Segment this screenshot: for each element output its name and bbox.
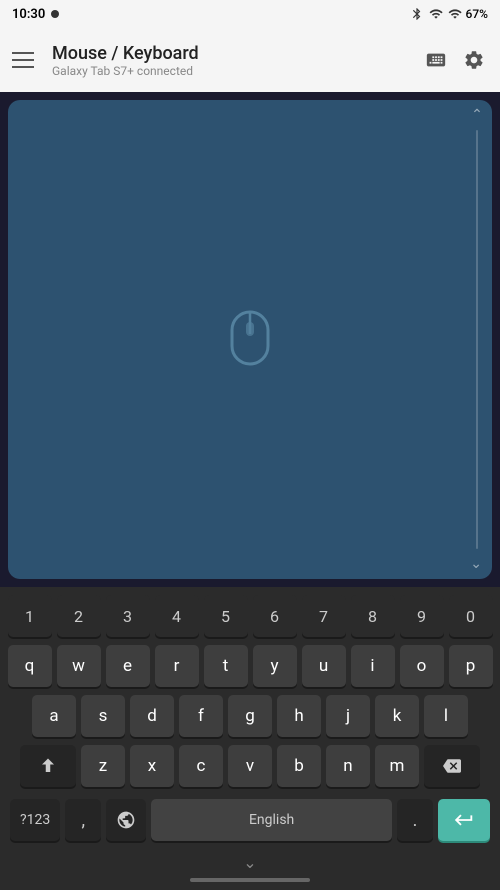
key-6[interactable]: 6: [253, 595, 297, 637]
key-u[interactable]: u: [302, 645, 346, 687]
key-9[interactable]: 9: [400, 595, 444, 637]
key-j[interactable]: j: [326, 695, 370, 737]
key-w[interactable]: w: [57, 645, 101, 687]
dot-icon: [51, 10, 59, 18]
key-4[interactable]: 4: [155, 595, 199, 637]
backspace-key[interactable]: [424, 745, 480, 787]
scroll-up-arrow: ⌃: [471, 108, 483, 122]
app-bar-actions: [422, 46, 488, 74]
key-t[interactable]: t: [204, 645, 248, 687]
comma-key[interactable]: ,: [65, 799, 101, 841]
shift-key[interactable]: [20, 745, 76, 787]
bluetooth-icon: [410, 7, 424, 21]
mouse-icon: [226, 308, 274, 372]
key-q[interactable]: q: [8, 645, 52, 687]
key-p[interactable]: p: [449, 645, 493, 687]
battery-text: 67%: [466, 7, 488, 21]
key-k[interactable]: k: [375, 695, 419, 737]
key-y[interactable]: y: [253, 645, 297, 687]
trackpad-area[interactable]: ⌃ ⌄: [8, 100, 492, 579]
key-l[interactable]: l: [424, 695, 468, 737]
enter-key[interactable]: [438, 799, 490, 841]
key-c[interactable]: c: [179, 745, 223, 787]
status-icons: 67%: [410, 7, 488, 21]
scroll-bar-container: ⌃ ⌄: [462, 100, 492, 579]
key-f[interactable]: f: [179, 695, 223, 737]
keyboard-footer: ⌄: [4, 849, 496, 878]
key-m[interactable]: m: [375, 745, 419, 787]
signal-icon: [448, 7, 462, 21]
key-2[interactable]: 2: [57, 595, 101, 637]
key-h[interactable]: h: [277, 695, 321, 737]
number-row: 1 2 3 4 5 6 7 8 9 0: [4, 595, 496, 637]
key-0[interactable]: 0: [449, 595, 493, 637]
space-key[interactable]: English: [151, 799, 392, 841]
key-e[interactable]: e: [106, 645, 150, 687]
key-i[interactable]: i: [351, 645, 395, 687]
globe-key[interactable]: [106, 799, 146, 841]
app-bar: Mouse / Keyboard Galaxy Tab S7+ connecte…: [0, 28, 500, 92]
key-b[interactable]: b: [277, 745, 321, 787]
page-subtitle: Galaxy Tab S7+ connected: [52, 64, 410, 78]
key-n[interactable]: n: [326, 745, 370, 787]
key-o[interactable]: o: [400, 645, 444, 687]
period-key[interactable]: .: [397, 799, 433, 841]
status-left: 10:30: [12, 7, 59, 22]
status-bar: 10:30 67%: [0, 0, 500, 28]
scroll-line: [476, 130, 478, 549]
zxcv-row: z x c v b n m: [4, 745, 496, 787]
sym-key[interactable]: ?123: [10, 799, 60, 841]
key-g[interactable]: g: [228, 695, 272, 737]
key-8[interactable]: 8: [351, 595, 395, 637]
key-a[interactable]: a: [32, 695, 76, 737]
key-s[interactable]: s: [81, 695, 125, 737]
scroll-down-arrow: ⌄: [470, 557, 482, 571]
key-1[interactable]: 1: [8, 595, 52, 637]
page-title: Mouse / Keyboard: [52, 43, 410, 64]
asdf-row: a s d f g h j k l: [4, 695, 496, 737]
key-r[interactable]: r: [155, 645, 199, 687]
menu-button[interactable]: [12, 46, 40, 74]
hide-keyboard-button[interactable]: ⌄: [243, 853, 256, 872]
key-z[interactable]: z: [81, 745, 125, 787]
key-5[interactable]: 5: [204, 595, 248, 637]
keyboard: 1 2 3 4 5 6 7 8 9 0 q w e r t y u i o p …: [0, 587, 500, 890]
qwerty-row: q w e r t y u i o p: [4, 645, 496, 687]
key-x[interactable]: x: [130, 745, 174, 787]
wifi-icon: [428, 7, 444, 21]
home-indicator: [190, 878, 310, 882]
key-3[interactable]: 3: [106, 595, 150, 637]
bottom-row: ?123 , English .: [4, 795, 496, 849]
key-v[interactable]: v: [228, 745, 272, 787]
keyboard-icon-button[interactable]: [422, 46, 450, 74]
status-time: 10:30: [12, 7, 45, 22]
app-bar-title: Mouse / Keyboard Galaxy Tab S7+ connecte…: [52, 43, 410, 78]
settings-button[interactable]: [460, 46, 488, 74]
key-7[interactable]: 7: [302, 595, 346, 637]
key-d[interactable]: d: [130, 695, 174, 737]
